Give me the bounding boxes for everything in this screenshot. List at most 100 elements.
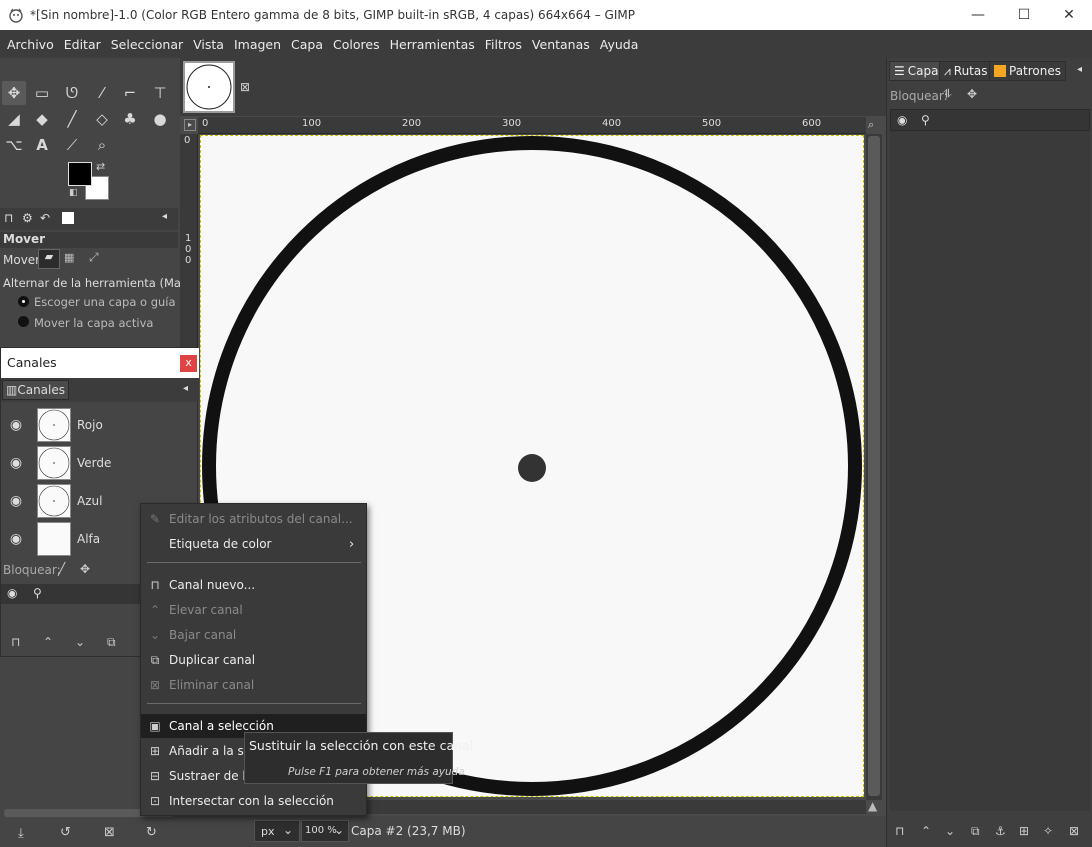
- radio-move-active-layer[interactable]: [18, 316, 29, 327]
- maximize-button[interactable]: ☐: [1001, 0, 1047, 30]
- foreground-color-swatch[interactable]: [68, 162, 92, 186]
- menu-herramientas[interactable]: Herramientas: [390, 37, 475, 52]
- tab-patrones[interactable]: Patrones: [989, 61, 1067, 81]
- image-tab-thumbnail[interactable]: [183, 61, 235, 113]
- layers-list[interactable]: [890, 131, 1090, 811]
- save-preset-icon[interactable]: ⤓: [18, 826, 24, 841]
- mask-layer-icon[interactable]: ⊞: [1019, 824, 1029, 838]
- menu-item-intersect-selection[interactable]: ⊡ Intersectar con la selección: [141, 789, 366, 813]
- menu-filtros[interactable]: Filtros: [485, 37, 522, 52]
- tab-menu-icon[interactable]: ◂: [1077, 64, 1082, 75]
- radio-pick-layer[interactable]: [18, 296, 29, 307]
- move-selection-mode-icon[interactable]: ▦: [64, 251, 74, 264]
- raise-layer-icon[interactable]: ⌃: [921, 824, 931, 838]
- eye-icon[interactable]: ◉: [7, 586, 17, 600]
- new-layer-icon[interactable]: ⊓: [895, 824, 904, 838]
- color-picker-tool-icon[interactable]: ⟋: [60, 133, 84, 157]
- horizontal-ruler[interactable]: 0 100 200 300 400 500 600: [198, 117, 866, 134]
- chain-icon[interactable]: ⚲: [921, 113, 930, 127]
- menu-item-delete-channel[interactable]: ⊠ Eliminar canal: [141, 673, 366, 697]
- menu-vista[interactable]: Vista: [193, 37, 224, 52]
- clone-tool-icon[interactable]: ♣: [118, 107, 142, 131]
- text-tool-icon[interactable]: A: [30, 133, 54, 157]
- swap-colors-icon[interactable]: ⇄: [96, 160, 105, 173]
- raise-channel-icon[interactable]: ⌃: [43, 635, 53, 649]
- move-tool-icon[interactable]: ✥: [2, 81, 26, 105]
- crop-tool-icon[interactable]: ⌐: [118, 81, 142, 105]
- move-layer-mode-icon[interactable]: ▰: [38, 249, 60, 269]
- fuzzy-select-tool-icon[interactable]: ⁄: [90, 81, 114, 105]
- channel-label: Verde: [77, 456, 112, 470]
- eye-icon[interactable]: ◉: [1, 455, 31, 471]
- menu-archivo[interactable]: Archivo: [7, 37, 54, 52]
- menu-item-lower-channel[interactable]: ⌄ Bajar canal: [141, 623, 366, 647]
- eye-icon[interactable]: ◉: [897, 113, 907, 127]
- lock-pixels-icon[interactable]: ╱: [58, 562, 65, 576]
- vertical-scrollbar[interactable]: [866, 134, 882, 800]
- bucket-fill-tool-icon[interactable]: ◆: [30, 107, 54, 131]
- paths-tool-icon[interactable]: ⌥: [2, 133, 26, 157]
- zoom-tool-icon[interactable]: ⌕: [90, 133, 114, 157]
- rect-select-tool-icon[interactable]: ▭: [30, 81, 54, 105]
- warp-tool-icon[interactable]: ◢: [2, 107, 26, 131]
- channel-row-verde[interactable]: ◉ Verde: [1, 444, 141, 482]
- zoom-fit-icon[interactable]: ⌕: [868, 118, 882, 132]
- tab-rutas[interactable]: ⩘ Rutas: [939, 61, 993, 81]
- menu-item-duplicate-channel[interactable]: ⧉ Duplicar canal: [141, 648, 366, 672]
- menu-imagen[interactable]: Imagen: [234, 37, 281, 52]
- restore-preset-icon[interactable]: ↺: [60, 825, 71, 840]
- tool-options-tab-icon[interactable]: ⊓: [4, 211, 13, 225]
- unit-select[interactable]: px ⌄: [254, 820, 300, 842]
- eye-icon[interactable]: ◉: [1, 531, 31, 547]
- channel-row-alfa[interactable]: ◉ Alfa: [1, 520, 141, 558]
- lasso-tool-icon[interactable]: ᘎ: [60, 81, 84, 105]
- eraser-tool-icon[interactable]: ◇: [90, 107, 114, 131]
- lock-position-icon[interactable]: ✥: [967, 87, 977, 101]
- channel-row-rojo[interactable]: ◉ Rojo: [1, 406, 141, 444]
- lock-pixels-icon[interactable]: ⥮: [943, 87, 952, 102]
- reset-icon[interactable]: ↻: [146, 825, 157, 840]
- menu-editar[interactable]: Editar: [64, 37, 101, 52]
- duplicate-channel-icon[interactable]: ⧉: [107, 635, 116, 650]
- minimize-button[interactable]: —: [955, 0, 1001, 30]
- images-tab-icon[interactable]: [62, 212, 74, 224]
- chain-icon[interactable]: ⚲: [33, 586, 42, 600]
- device-status-tab-icon[interactable]: ⚙: [22, 211, 33, 225]
- lower-layer-icon[interactable]: ⌄: [945, 824, 955, 838]
- menu-capa[interactable]: Capa: [291, 37, 323, 52]
- channel-row-azul[interactable]: ◉ Azul: [1, 482, 141, 520]
- channels-close-button[interactable]: x: [180, 355, 197, 372]
- close-image-tab-icon[interactable]: ⊠: [240, 80, 250, 94]
- default-colors-icon[interactable]: ◧: [69, 188, 78, 198]
- smudge-tool-icon[interactable]: ●: [148, 107, 172, 131]
- delete-preset-icon[interactable]: ⊠: [104, 825, 115, 840]
- lock-position-icon[interactable]: ✥: [80, 562, 90, 576]
- menu-ventanas[interactable]: Ventanas: [532, 37, 590, 52]
- menu-item-edit-attributes[interactable]: ✎ Editar los atributos del canal...: [141, 507, 366, 531]
- transform-tool-icon[interactable]: ⊤: [148, 81, 172, 105]
- undo-history-tab-icon[interactable]: ↶: [40, 211, 50, 225]
- lower-channel-icon[interactable]: ⌄: [75, 635, 85, 649]
- move-path-mode-icon[interactable]: ⤢: [89, 250, 99, 265]
- tab-menu-icon[interactable]: ◂: [162, 211, 167, 222]
- menu-item-color-tag[interactable]: Etiqueta de color ›: [141, 532, 366, 556]
- new-channel-icon[interactable]: ⊓: [11, 635, 20, 649]
- close-button[interactable]: ✕: [1046, 0, 1092, 30]
- menu-item-new-channel[interactable]: ⊓ Canal nuevo...: [141, 573, 366, 597]
- delete-layer-icon[interactable]: ⊠: [1069, 824, 1079, 838]
- menu-item-raise-channel[interactable]: ⌃ Elevar canal: [141, 598, 366, 622]
- anchor-layer-icon[interactable]: ⚓: [995, 824, 1006, 838]
- fx-layer-icon[interactable]: ✧: [1043, 824, 1053, 838]
- paintbrush-tool-icon[interactable]: ╱: [60, 107, 84, 131]
- eye-icon[interactable]: ◉: [1, 493, 31, 509]
- menu-seleccionar[interactable]: Seleccionar: [111, 37, 183, 52]
- tab-canales[interactable]: ▥Canales: [2, 380, 70, 400]
- tab-menu-icon[interactable]: ◂: [183, 383, 188, 394]
- duplicate-layer-icon[interactable]: ⧉: [971, 824, 980, 839]
- menu-colores[interactable]: Colores: [333, 37, 380, 52]
- menu-ayuda[interactable]: Ayuda: [600, 37, 639, 52]
- zoom-select[interactable]: 100 % ⌄: [301, 820, 349, 842]
- eye-icon[interactable]: ◉: [1, 417, 31, 433]
- quick-mask-menu-icon[interactable]: ▸: [184, 119, 196, 131]
- navigate-icon[interactable]: ▲: [868, 799, 877, 813]
